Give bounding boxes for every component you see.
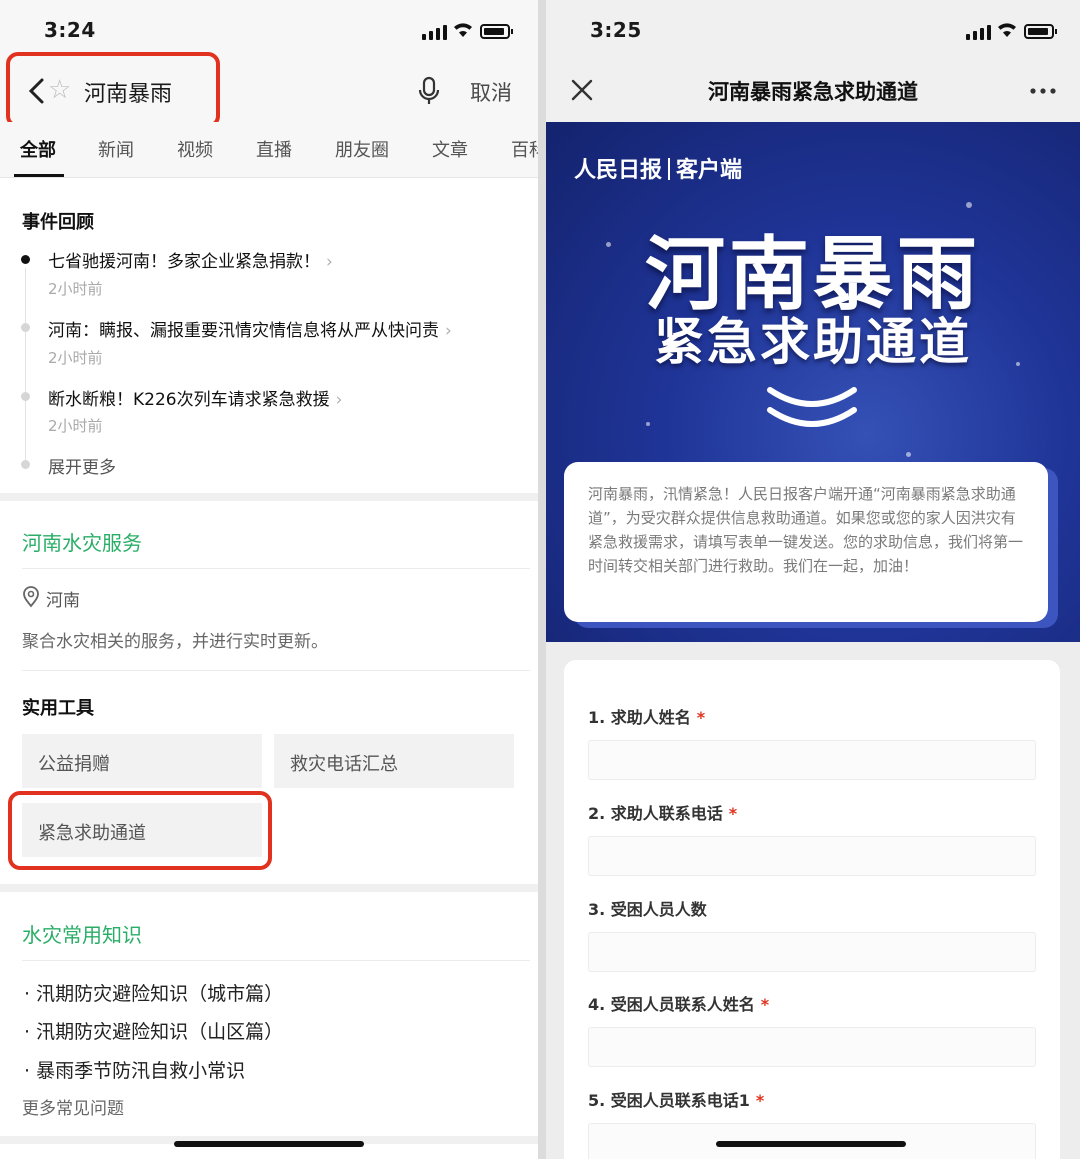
- event-time: 2小时前: [48, 349, 103, 367]
- tools-title: 实用工具: [22, 698, 94, 719]
- banner-subheadline: 紧急求助通道: [654, 313, 972, 371]
- knowledge-title[interactable]: 水灾常用知识: [22, 919, 142, 948]
- timeline-dot: [21, 255, 30, 264]
- events-title: 事件回顾: [22, 212, 94, 233]
- sparkle: [906, 452, 911, 457]
- trapped-count-input[interactable]: [588, 932, 1036, 972]
- event-time: 2小时前: [48, 417, 103, 435]
- divider: [22, 670, 530, 671]
- timeline-line: [25, 268, 26, 463]
- timeline-dot: [21, 323, 30, 332]
- search-bar: ☆ 河南暴雨 取消: [0, 60, 538, 122]
- expand-more-link[interactable]: 展开更多: [48, 453, 116, 478]
- more-questions-link[interactable]: 更多常见问题: [22, 1094, 124, 1119]
- divider: [22, 568, 530, 569]
- wifi-icon: [454, 23, 472, 37]
- timeline-dot: [21, 392, 30, 401]
- status-bar: 3:24: [0, 0, 538, 60]
- tool-emergency-help[interactable]: 紧急求助通道: [22, 803, 262, 857]
- nav-bar: 河南暴雨紧急求助通道: [546, 60, 1080, 122]
- sparkle: [646, 422, 650, 426]
- timeline-dot: [21, 460, 30, 469]
- help-channel-screen: 3:25 河南暴雨紧急求助通道 人民日报 客户端 河南暴雨 紧急求助通道 河南暴雨…: [546, 0, 1080, 1159]
- event-item[interactable]: 河南：瞒报、漏报重要汛情灾情信息将从严从快问责 ›: [48, 316, 452, 341]
- tab-live[interactable]: 直播: [256, 136, 292, 162]
- section-divider: [0, 493, 538, 501]
- battery-icon: [480, 24, 513, 39]
- chevron-down-icon: [767, 387, 857, 427]
- status-time: 3:25: [590, 18, 642, 42]
- intro-text: 河南暴雨，汛情紧急！人民日报客户端开通“河南暴雨紧急求助通道”，为受灾群众提供信…: [588, 485, 1024, 575]
- tab-news[interactable]: 新闻: [98, 136, 134, 162]
- form-label-contact-phone: 5. 受困人员联系电话1 *: [588, 1091, 765, 1110]
- form-label-phone: 2. 求助人联系电话 *: [588, 804, 738, 823]
- more-options-icon[interactable]: [1030, 88, 1056, 94]
- location-pin-icon: [23, 586, 39, 608]
- form-label-count: 3. 受困人员人数: [588, 900, 707, 919]
- form-label-contact-name: 4. 受困人员联系人姓名 *: [588, 995, 770, 1014]
- service-description: 聚合水灾相关的服务，并进行实时更新。: [22, 632, 328, 652]
- tool-hotline-summary[interactable]: 救灾电话汇总: [274, 734, 514, 788]
- tab-video[interactable]: 视频: [177, 136, 213, 162]
- location-text: 河南: [46, 591, 80, 611]
- tab-encyclopedia[interactable]: 百科: [511, 136, 538, 162]
- form-label-name: 1. 求助人姓名 *: [588, 708, 706, 727]
- signal-icon: [422, 25, 447, 40]
- star-icon[interactable]: ☆: [48, 75, 71, 105]
- active-tab-indicator: [14, 174, 64, 177]
- tab-all[interactable]: 全部: [20, 136, 56, 162]
- help-form: 1. 求助人姓名 * 2. 求助人联系电话 * 3. 受困人员人数 4. 受困人员联…: [564, 660, 1060, 1159]
- knowledge-item[interactable]: · 汛期防灾避险知识（城市篇）: [24, 979, 283, 1006]
- wifi-icon: [998, 23, 1016, 37]
- requester-name-input[interactable]: [588, 740, 1036, 780]
- tool-charity-donation[interactable]: 公益捐赠: [22, 734, 262, 788]
- knowledge-item[interactable]: · 汛期防灾避险知识（山区篇）: [24, 1017, 283, 1044]
- search-query[interactable]: 河南暴雨: [84, 76, 172, 108]
- service-title[interactable]: 河南水灾服务: [22, 527, 142, 556]
- section-divider: [0, 884, 538, 892]
- sparkle: [966, 202, 972, 208]
- event-item[interactable]: 七省驰援河南！多家企业紧急捐款！ ›: [48, 247, 333, 272]
- intro-card: 河南暴雨，汛情紧急！人民日报客户端开通“河南暴雨紧急求助通道”，为受灾群众提供信…: [564, 462, 1048, 622]
- home-indicator[interactable]: [174, 1141, 364, 1147]
- signal-icon: [966, 25, 991, 40]
- contact-name-input[interactable]: [588, 1027, 1036, 1067]
- brand-logo: 人民日报 客户端: [574, 157, 743, 183]
- divider: [22, 960, 530, 961]
- tab-articles[interactable]: 文章: [432, 136, 468, 162]
- cancel-button[interactable]: 取消: [470, 77, 512, 107]
- screen-gap: [538, 0, 546, 1159]
- status-bar: 3:25: [546, 0, 1080, 60]
- status-time: 3:24: [44, 18, 96, 42]
- home-indicator[interactable]: [716, 1141, 906, 1147]
- event-time: 2小时前: [48, 280, 103, 298]
- battery-icon: [1024, 24, 1057, 39]
- page-title: 河南暴雨紧急求助通道: [708, 80, 918, 104]
- event-item[interactable]: 断水断粮！K226次列车请求紧急救援 ›: [48, 385, 342, 410]
- requester-phone-input[interactable]: [588, 836, 1036, 876]
- tab-bar: 全部 新闻 视频 直播 朋友圈 文章 百科: [0, 122, 538, 178]
- knowledge-item[interactable]: · 暴雨季节防汛自救小常识: [24, 1056, 245, 1083]
- tab-moments[interactable]: 朋友圈: [335, 136, 389, 162]
- microphone-icon[interactable]: [418, 75, 440, 107]
- search-results-screen: 3:24 ☆ 河南暴雨 取消 全部 新闻 视频 直播 朋友圈 文章 百科 事件回…: [0, 0, 538, 1159]
